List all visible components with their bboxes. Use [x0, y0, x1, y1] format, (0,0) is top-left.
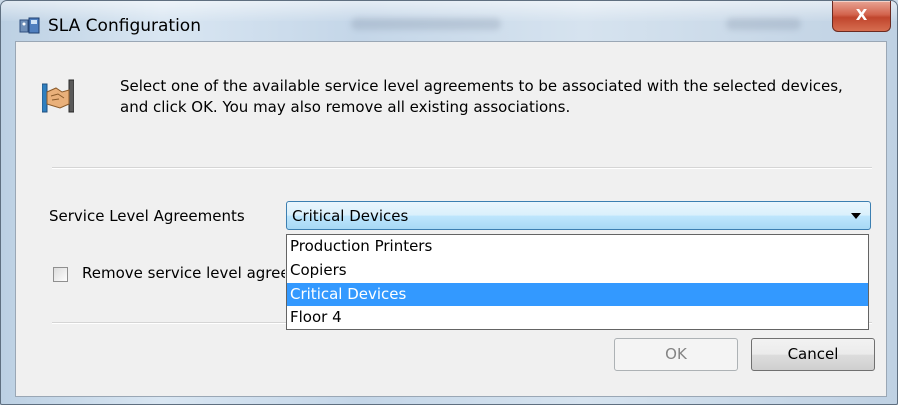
cancel-button[interactable]: Cancel [751, 338, 875, 371]
top-separator [52, 167, 872, 169]
sla-label: Service Level Agreements [49, 207, 245, 225]
dropdown-option-production-printers[interactable]: Production Printers [287, 235, 868, 258]
dropdown-option-critical-devices[interactable]: Critical Devices [287, 283, 868, 306]
sla-combobox[interactable]: Critical Devices [286, 201, 871, 230]
close-button[interactable]: X [832, 1, 891, 32]
dialog-description: Select one of the available service leve… [120, 77, 843, 116]
sla-dropdown-list: Production Printers Copiers Critical Dev… [286, 234, 869, 330]
remove-associations-checkbox[interactable] [53, 267, 68, 282]
dropdown-option-floor-4[interactable]: Floor 4 [287, 306, 868, 329]
dialog-content: Select one of the available service leve… [15, 41, 887, 397]
title-background-blur [351, 18, 501, 30]
ok-button[interactable]: OK [614, 338, 738, 371]
remove-associations-label[interactable]: Remove service level agreement associati… [82, 264, 285, 282]
chevron-down-icon [851, 213, 861, 219]
title-background-blur [726, 18, 801, 30]
app-icon [19, 16, 41, 36]
title-bar[interactable]: SLA Configuration X [1, 1, 897, 41]
handshake-icon [41, 78, 75, 118]
window-title: SLA Configuration [48, 16, 201, 36]
dropdown-option-copiers[interactable]: Copiers [287, 259, 868, 282]
sla-selected-value: Critical Devices [292, 207, 409, 225]
sla-configuration-dialog: SLA Configuration X Select one of the av… [0, 0, 898, 405]
